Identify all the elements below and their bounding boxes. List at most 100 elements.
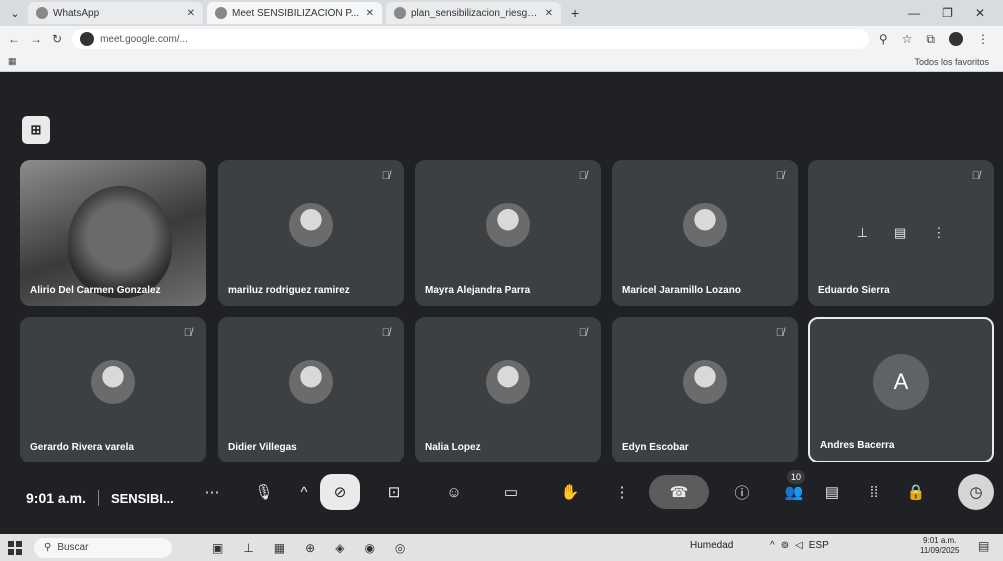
participant-tile[interactable]: 🎙̸ Edyn Escobar: [612, 317, 798, 463]
zoom-icon[interactable]: ⚲: [879, 32, 888, 47]
notifications-icon[interactable]: ▤: [978, 539, 989, 553]
app-icon[interactable]: ⊕: [305, 541, 315, 555]
system-tray: ^ ⊚ ◁ ESP: [770, 540, 829, 551]
mic-off-icon: 🎙̸: [775, 327, 784, 339]
leave-call-button[interactable]: ☎: [649, 475, 709, 509]
tile-hover-actions: ⊥ ▤ ⋮: [857, 225, 946, 241]
tab-label: WhatsApp: [53, 7, 100, 19]
close-icon[interactable]: ✕: [187, 8, 195, 19]
taskbar-search-input[interactable]: ⚲ Buscar: [34, 537, 172, 558]
app-icon[interactable]: ⊥: [243, 541, 253, 555]
chrome-icon[interactable]: ◎: [395, 541, 405, 555]
tab-meet[interactable]: Meet SENSIBILIZACIÓN P... ✕: [207, 2, 382, 24]
close-window-icon[interactable]: ✕: [975, 6, 985, 20]
pin-icon[interactable]: ⊥: [857, 225, 868, 241]
participant-avatar: [91, 360, 135, 404]
close-icon[interactable]: ✕: [545, 8, 553, 19]
app-icon[interactable]: ◉: [364, 541, 374, 555]
people-button[interactable]: 👥: [778, 476, 810, 508]
participant-avatar: [486, 360, 530, 404]
mic-off-icon: 🎙̸: [971, 170, 980, 182]
window-controls: — ❐ ✕: [908, 6, 1003, 20]
participant-tile[interactable]: Alirio Del Carmen Gonzalez: [20, 160, 206, 306]
new-tab-button[interactable]: +: [565, 5, 585, 21]
forward-icon[interactable]: →: [30, 32, 42, 46]
doc-favicon-icon: [394, 7, 406, 19]
participant-name: Gerardo Rivera varela: [30, 442, 134, 453]
emoji-reaction-button[interactable]: ☺: [438, 476, 470, 508]
participant-tile[interactable]: 🎙̸ Maricel Jaramillo Lozano: [612, 160, 798, 306]
microphone-button[interactable]: 🎙: [248, 476, 280, 508]
more-options-icon[interactable]: ⋮: [932, 225, 945, 241]
tab-search-icon[interactable]: ⌄: [6, 4, 24, 22]
meeting-info-button[interactable]: ⊞: [22, 116, 50, 144]
app-icon[interactable]: ◈: [335, 541, 344, 555]
back-icon[interactable]: ←: [8, 32, 20, 46]
address-bar-actions: ⚲ ☆ ⧉ ⋮: [879, 31, 995, 47]
task-view-icon[interactable]: ▣: [212, 541, 223, 555]
mic-off-icon: 🎙̸: [381, 170, 390, 182]
chat-button[interactable]: ▤: [816, 476, 848, 508]
meet-favicon-icon: [215, 7, 227, 19]
weather-widget[interactable]: Humedad: [690, 540, 733, 551]
windows-start-icon[interactable]: [8, 540, 22, 555]
layout-icon[interactable]: ▤: [894, 225, 906, 241]
browser-tab-bar: ⌄ WhatsApp ✕ Meet SENSIBILIZACIÓN P... ✕…: [0, 0, 1003, 26]
mic-off-icon: 🎙̸: [578, 327, 587, 339]
meeting-details-button[interactable]: ⓘ: [726, 476, 758, 508]
captions-button[interactable]: ▭: [495, 476, 527, 508]
os-taskbar: ⚲ Buscar ▣ ⊥ ▦ ⊕ ◈ ◉ ◎: [0, 534, 1003, 561]
participant-name: Nalia Lopez: [425, 442, 481, 453]
taskbar-date: 11/09/2025: [920, 546, 960, 555]
apps-grid-icon[interactable]: ▦: [8, 56, 17, 67]
participant-tile[interactable]: 🎙̸ Didier Villegas: [218, 317, 404, 463]
profile-avatar[interactable]: [949, 31, 963, 46]
bookmark-star-icon[interactable]: ☆: [902, 32, 913, 47]
site-info-icon[interactable]: [80, 32, 95, 46]
taskbar-apps: ▣ ⊥ ▦ ⊕ ◈ ◉ ◎: [212, 541, 405, 555]
participant-name: mariluz rodriguez ramirez: [228, 285, 350, 296]
maximize-icon[interactable]: ❐: [942, 6, 953, 20]
more-dots-icon[interactable]: ⋯: [196, 476, 228, 508]
tab-label: Meet SENSIBILIZACIÓN P...: [232, 7, 360, 19]
app-icon[interactable]: ▦: [274, 541, 285, 555]
participant-tile[interactable]: 🎙̸ mariluz rodriguez ramirez: [218, 160, 404, 306]
more-options-button[interactable]: ⋮: [606, 476, 638, 508]
timer-button[interactable]: ◷: [958, 474, 994, 510]
participant-tile[interactable]: 🎙̸ Gerardo Rivera varela: [20, 317, 206, 463]
meeting-clock: 9:01 a.m.: [26, 490, 86, 506]
participant-tile[interactable]: 🎙̸ Nalia Lopez: [415, 317, 601, 463]
mic-off-icon: 🎙̸: [381, 327, 390, 339]
tab-whatsapp[interactable]: WhatsApp ✕: [28, 2, 203, 24]
chevron-up-icon[interactable]: ^: [288, 476, 320, 508]
tab-plan[interactable]: plan_sensibilizacion_riesgos... ✕: [386, 2, 561, 24]
camera-off-button[interactable]: ⊘: [320, 474, 360, 510]
participant-tile-selected[interactable]: A Andres Bacerra: [808, 317, 994, 463]
participant-avatar: [683, 203, 727, 247]
participant-name: Edyn Escobar: [622, 442, 689, 453]
taskbar-clock[interactable]: 9:01 a.m. 11/09/2025: [920, 536, 959, 556]
volume-icon[interactable]: ◁: [795, 540, 803, 551]
participant-tile[interactable]: 🎙̸ Mayra Alejandra Parra: [415, 160, 601, 306]
activities-button[interactable]: ⁞⁞: [858, 476, 890, 508]
screen: ⌄ WhatsApp ✕ Meet SENSIBILIZACIÓN P... ✕…: [0, 0, 1003, 561]
network-icon[interactable]: ⊚: [781, 540, 789, 551]
mic-off-icon: 🎙̸: [578, 170, 587, 182]
whatsapp-favicon-icon: [36, 7, 48, 19]
menu-kebab-icon[interactable]: ⋮: [977, 32, 989, 47]
url-field[interactable]: meet.google.com/...: [72, 29, 869, 49]
chevron-up-icon[interactable]: ^: [770, 540, 775, 551]
reload-icon[interactable]: ↻: [52, 32, 62, 46]
present-screen-button[interactable]: ⊡: [378, 476, 410, 508]
minimize-icon[interactable]: —: [908, 6, 920, 20]
extensions-icon[interactable]: ⧉: [926, 32, 935, 47]
mic-off-icon: 🎙̸: [775, 170, 784, 182]
host-controls-button[interactable]: 🔒: [900, 476, 932, 508]
language-indicator[interactable]: ESP: [809, 540, 829, 551]
participant-initial-avatar: A: [873, 354, 929, 410]
participant-tile[interactable]: 🎙̸ ⊥ ▤ ⋮ Eduardo Sierra: [808, 160, 994, 306]
address-bar-row: ← → ↻ meet.google.com/... ⚲ ☆ ⧉ ⋮: [0, 26, 1003, 52]
all-bookmarks-link[interactable]: Todos los favoritos: [914, 57, 995, 67]
close-icon[interactable]: ✕: [366, 8, 374, 19]
raise-hand-button[interactable]: ✋: [554, 476, 586, 508]
